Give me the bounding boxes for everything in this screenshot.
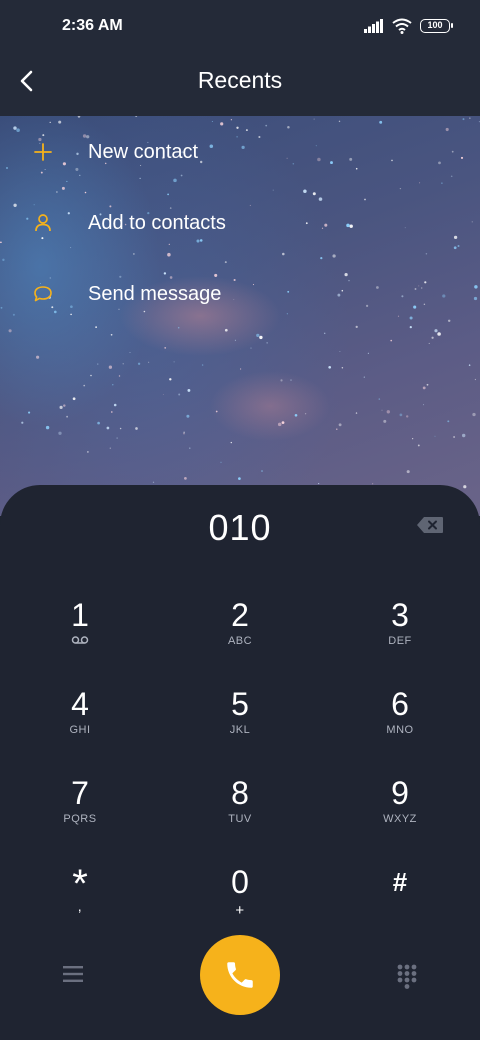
key-letters: WXYZ [383,813,417,825]
key-8[interactable]: 8 TUV [180,773,300,853]
key-5[interactable]: 5 JKL [180,684,300,764]
wallpaper-background: New contact Add to contacts Send message [0,116,480,516]
key-0[interactable]: 0 + [180,862,300,942]
status-icons: 100 [364,18,453,34]
key-star[interactable]: * , [20,862,140,942]
wifi-icon [392,18,412,34]
key-letters: DEF [388,635,412,647]
phone-icon [227,962,253,988]
status-time: 2:36 AM [62,17,123,34]
key-letters: + [235,902,245,919]
key-7[interactable]: 7 PQRS [20,773,140,853]
key-6[interactable]: 6 MNO [340,684,460,764]
key-9[interactable]: 9 WXYZ [340,773,460,853]
new-contact-action[interactable]: New contact [0,122,480,182]
key-digit: # [392,867,408,897]
dialpad-icon [397,964,417,989]
status-bar: 2:36 AM 100 [0,0,480,56]
key-letters: PQRS [63,813,97,825]
backspace-icon [417,517,443,533]
key-4[interactable]: 4 GHI [20,684,140,764]
key-digit: 6 [391,686,409,722]
key-digit: 8 [231,775,249,811]
person-icon [32,212,54,234]
add-to-contacts-label: Add to contacts [88,211,226,234]
message-icon [32,283,54,305]
dialpad-toggle-button[interactable] [390,959,424,993]
dialed-number[interactable]: 010 [0,507,480,549]
key-letters: ABC [227,635,253,647]
title-bar: Recents [0,56,480,116]
key-digit: 0 [231,864,249,900]
voicemail-icon [71,635,89,651]
key-digit: 5 [231,686,249,722]
key-letters: JKL [229,724,251,736]
key-letters: , [77,898,83,914]
send-message-action[interactable]: Send message [0,264,480,324]
add-to-contacts-action[interactable]: Add to contacts [0,193,480,253]
key-letters: MNO [386,724,414,736]
menu-button[interactable] [56,959,90,989]
key-2[interactable]: 2 ABC [180,595,300,675]
key-3[interactable]: 3 DEF [340,595,460,675]
send-message-label: Send message [88,282,222,305]
battery-icon: 100 [420,19,453,33]
key-1[interactable]: 1 [20,595,140,675]
dialer-panel: 010 1 2 ABC 3 DEF 4 GHI 5 JKL 6 MNO 7 PQ… [0,485,480,1040]
key-letters: GHI [69,724,91,736]
key-digit: 7 [71,775,89,811]
key-letters: TUV [228,813,252,825]
delete-button[interactable] [416,516,446,538]
page-title: Recents [197,67,283,93]
key-digit: 4 [71,686,89,722]
new-contact-label: New contact [88,140,199,163]
menu-icon [63,966,83,982]
signal-icon [364,19,383,33]
plus-icon [32,141,54,163]
key-digit: 2 [231,597,249,633]
call-button[interactable] [200,935,280,1015]
key-digit: 9 [391,775,409,811]
key-hash[interactable]: # [340,862,460,942]
key-digit: 1 [71,597,89,633]
key-digit: 3 [391,597,409,633]
